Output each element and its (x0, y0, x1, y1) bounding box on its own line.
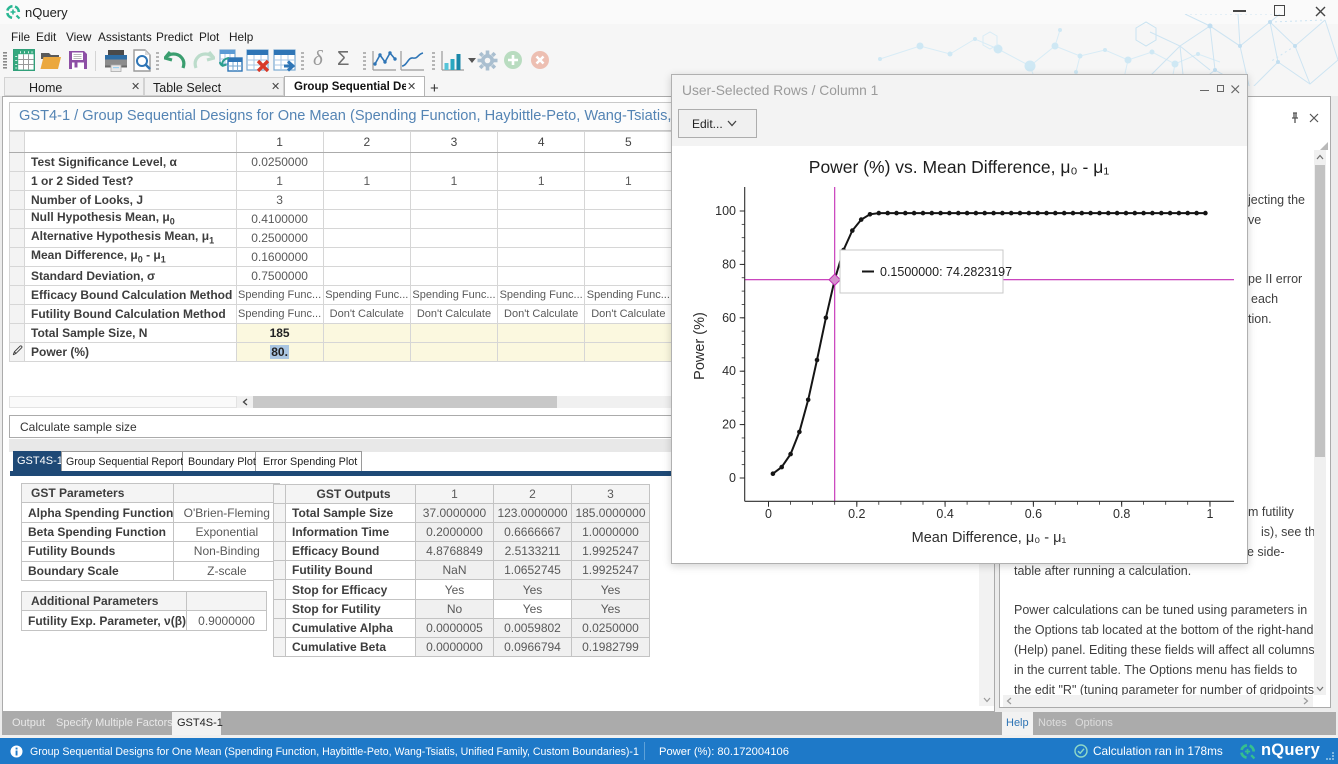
svg-text:0: 0 (765, 507, 772, 521)
svg-text:80: 80 (722, 257, 736, 271)
svg-text:20: 20 (722, 418, 736, 432)
svg-text:Power (%) vs. Mean Difference,: Power (%) vs. Mean Difference, μ₀ - μ₁ (809, 157, 1110, 177)
svg-text:0.2: 0.2 (848, 507, 865, 521)
svg-text:0.6: 0.6 (1025, 507, 1042, 521)
svg-text:Power (%): Power (%) (692, 312, 708, 380)
svg-text:0.1500000: 74.2823197: 0.1500000: 74.2823197 (880, 265, 1012, 279)
svg-text:0.8: 0.8 (1113, 507, 1130, 521)
svg-text:Mean Difference, μ₀ - μ₁: Mean Difference, μ₀ - μ₁ (912, 530, 1067, 546)
svg-text:60: 60 (722, 311, 736, 325)
svg-text:0: 0 (729, 471, 736, 485)
svg-text:1: 1 (1207, 507, 1214, 521)
svg-text:40: 40 (722, 364, 736, 378)
svg-text:100: 100 (715, 204, 736, 218)
svg-text:0.4: 0.4 (936, 507, 953, 521)
